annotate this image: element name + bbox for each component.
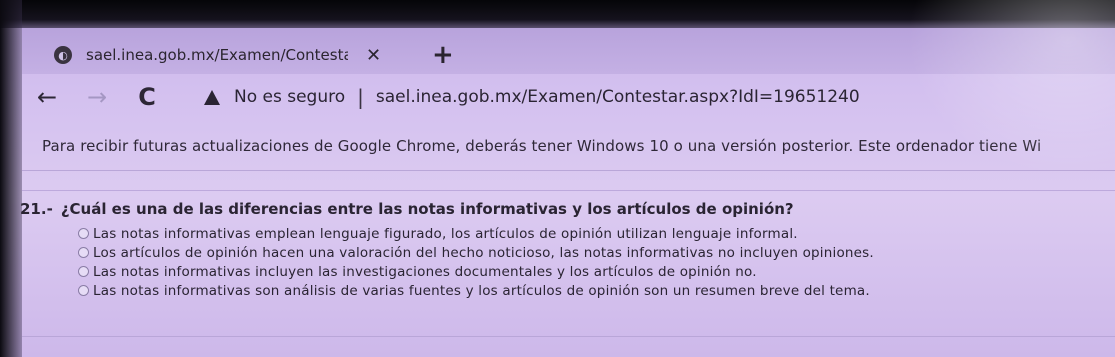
infobar-message: Para recibir futuras actualizaciones de … [42, 137, 1042, 155]
answer-option[interactable]: Los artículos de opinión hacen una valor… [78, 243, 1108, 262]
radio-button[interactable] [78, 228, 89, 239]
screen: ◐ sael.inea.gob.mx/Examen/Contesta ✕ + ←… [0, 0, 1115, 357]
update-infobar: Para recibir futuras actualizaciones de … [22, 122, 1115, 171]
address-bar[interactable]: sael.inea.gob.mx/Examen/Contestar.aspx?I… [376, 87, 860, 107]
security-indicator[interactable]: No es seguro [204, 87, 345, 107]
monitor-bezel-top [0, 0, 1115, 28]
radio-button[interactable] [78, 247, 89, 258]
question-number: 21.- [20, 200, 53, 218]
security-text: No es seguro [234, 87, 346, 107]
radio-button[interactable] [78, 266, 89, 277]
divider [22, 190, 1115, 191]
warning-triangle-icon [204, 89, 220, 105]
answer-option[interactable]: Las notas informativas emplean lenguaje … [78, 224, 1108, 243]
new-tab-button[interactable]: + [432, 40, 454, 70]
answer-option-text: Las notas informativas emplean lenguaje … [93, 225, 798, 242]
back-button[interactable]: ← [22, 83, 72, 111]
browser-tab[interactable]: ◐ sael.inea.gob.mx/Examen/Contesta ✕ [52, 36, 412, 74]
globe-icon: ◐ [54, 46, 72, 64]
reload-button[interactable]: C [122, 83, 172, 111]
bottom-divider [22, 336, 1115, 337]
answer-option-text: Las notas informativas son análisis de v… [93, 282, 870, 299]
answer-option-text: Las notas informativas incluyen las inve… [93, 263, 757, 280]
close-tab-icon[interactable]: ✕ [366, 45, 381, 66]
answer-option[interactable]: Las notas informativas incluyen las inve… [78, 262, 1108, 281]
question-text: ¿Cuál es una de las diferencias entre la… [60, 200, 794, 218]
forward-button[interactable]: → [72, 83, 122, 111]
answer-option-text: Los artículos de opinión hacen una valor… [93, 244, 874, 261]
answer-option[interactable]: Las notas informativas son análisis de v… [78, 281, 1108, 300]
tab-title: sael.inea.gob.mx/Examen/Contesta [86, 46, 348, 64]
address-separator: | [357, 85, 364, 109]
monitor-bezel-left [0, 0, 22, 357]
answer-options: Las notas informativas emplean lenguaje … [78, 224, 1108, 300]
radio-button[interactable] [78, 285, 89, 296]
tab-strip: ◐ sael.inea.gob.mx/Examen/Contesta ✕ + [22, 28, 1115, 74]
browser-toolbar: ← → C No es seguro | sael.inea.gob.mx/Ex… [22, 74, 1115, 120]
question: 21.- ¿Cuál es una de las diferencias ent… [20, 200, 794, 218]
